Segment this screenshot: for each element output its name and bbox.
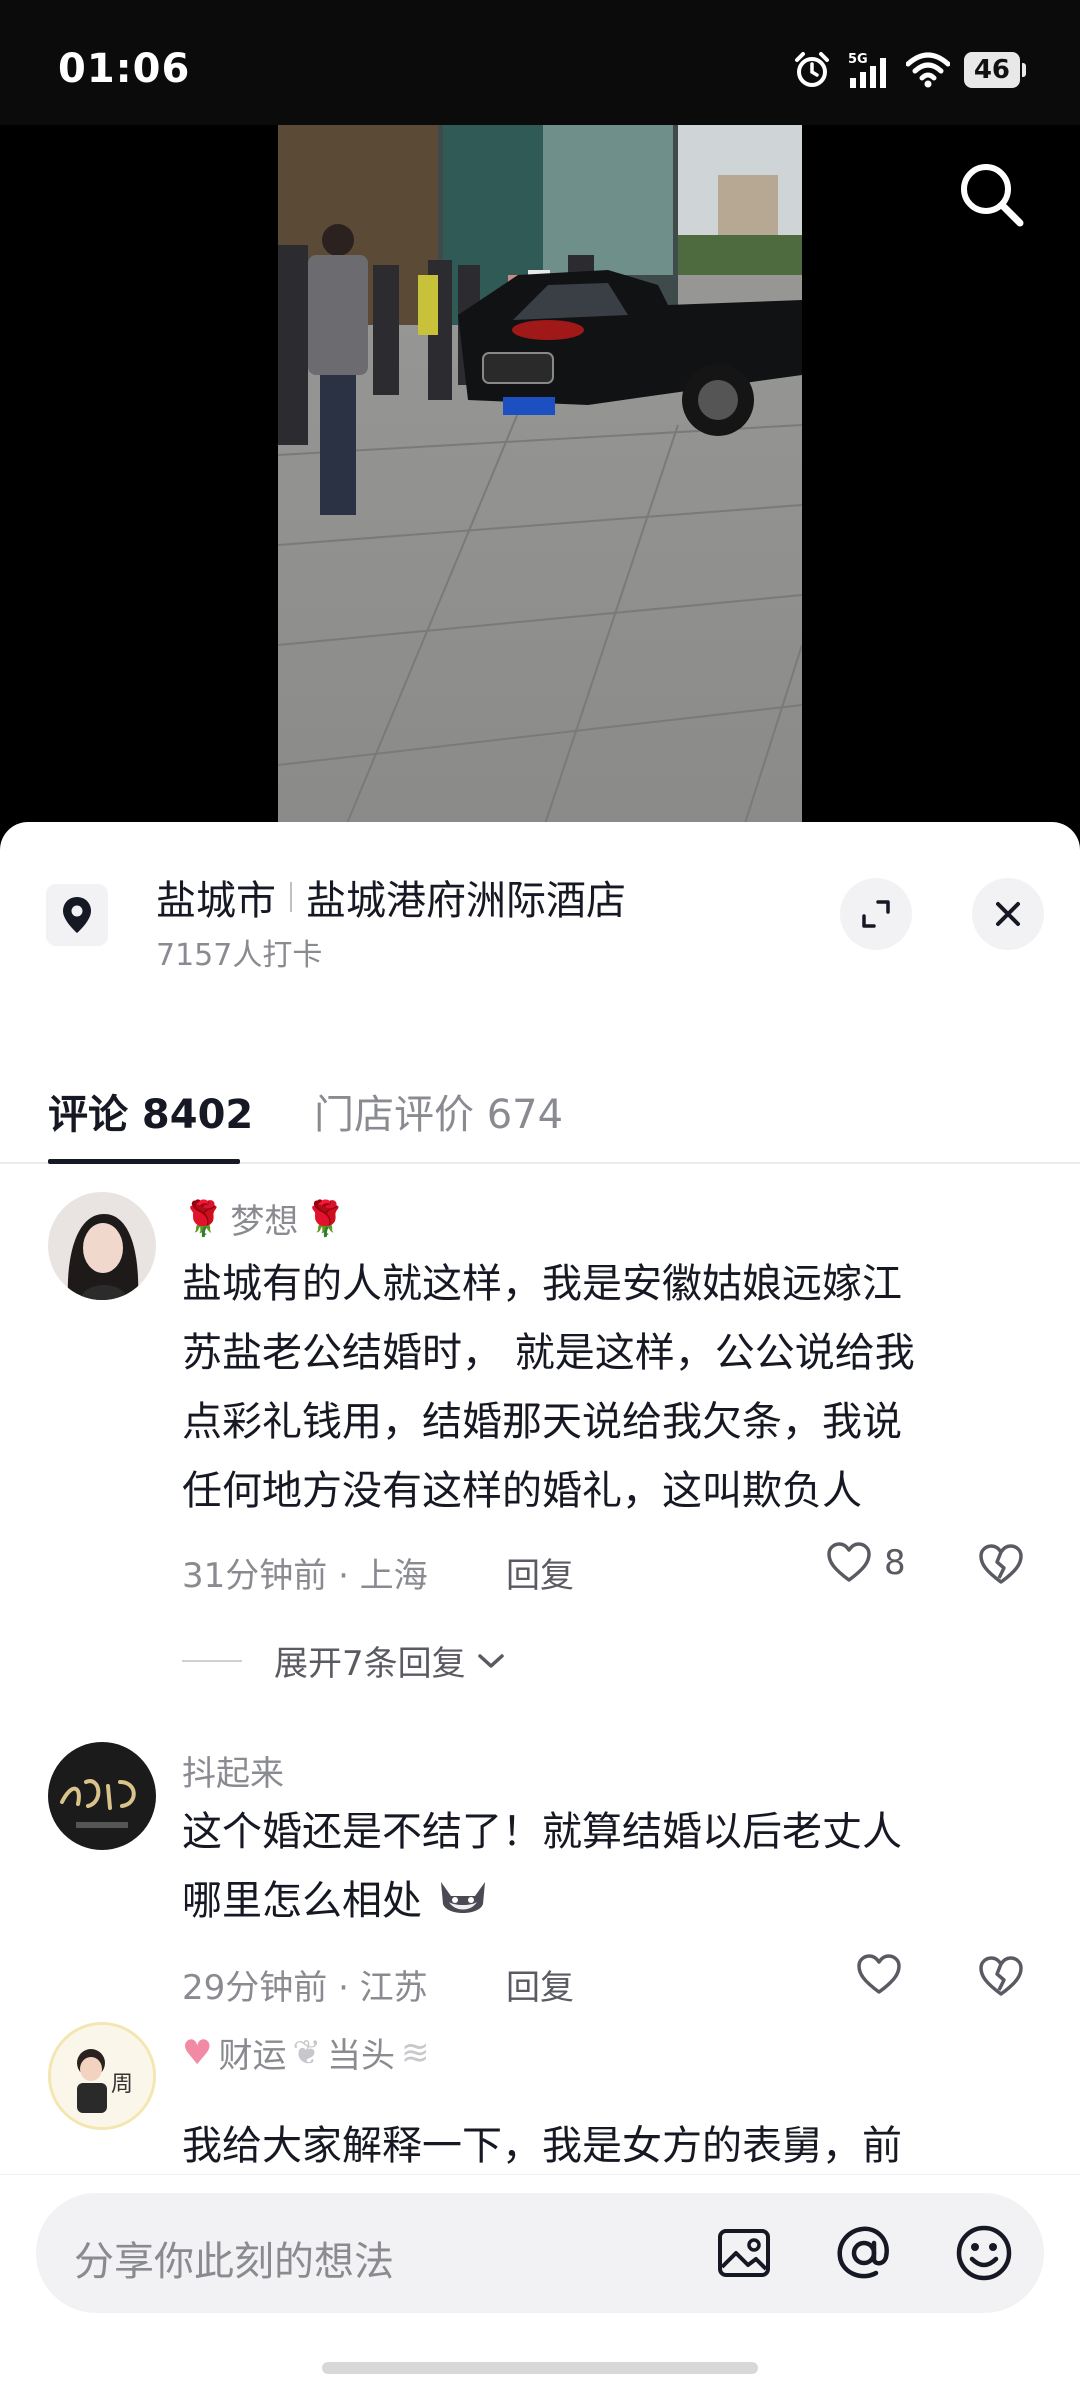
comment-line: 盐城有的人就这样，我是安徽姑娘远嫁江 [182,1261,902,1307]
comment-list[interactable]: 🌹 梦想 🌹 盐城有的人就这样，我是安徽姑娘远嫁江 苏盐老公结婚时， 就是这样，… [0,1164,1080,2174]
dog-emoji-icon [440,1882,485,1913]
search-icon[interactable] [952,155,1032,235]
avatar-image: 周 [51,2025,153,2127]
username-text: 财运 [218,2036,287,2076]
video-frame[interactable] [278,125,802,845]
location-title[interactable]: 盐城市 盐城港府洲际酒店 [156,868,626,926]
avatar[interactable] [48,1742,156,1850]
avatar[interactable]: 周 [48,2022,156,2130]
comment-line: 哪里怎么相处 [182,1867,1022,1936]
like-button[interactable]: 8 [826,1542,906,1584]
comment-meta: 31分钟前 · 上海 [182,1556,428,1596]
decorative-emoji-icon: ❦ [292,2032,321,2073]
tab-store-reviews[interactable]: 门店评价 674 [314,1082,563,1140]
comments-sheet: 盐城市 盐城港府洲际酒店 7157人打卡 评论 8402 门店评价 674 🌹 … [0,822,1080,2400]
rose-emoji-icon: 🌹 [182,1198,225,1239]
battery-indicator: 46 [963,52,1027,88]
like-button[interactable] [856,1954,902,1996]
comment-line: 我给大家解释一下，我是女方的表舅，前 [182,2123,902,2169]
avatar-image [48,1192,156,1300]
comment-text: 盐城有的人就这样，我是安徽姑娘远嫁江 苏盐老公结婚时， 就是这样，公公说给我 点… [182,1250,1022,1526]
comment-line: 这个婚还是不结了！就算结婚以后老丈人 [182,1809,902,1855]
chevron-down-icon [477,1653,504,1668]
avatar-image [48,1742,156,1850]
mention-icon[interactable] [832,2221,896,2285]
status-time: 01:06 [58,46,191,92]
heart-icon [857,1954,901,1994]
comment-meta: 29分钟前 · 江苏 [182,1968,428,2008]
comment-input[interactable]: 分享你此刻的想法 [36,2193,1044,2313]
comment-text: 这个婚还是不结了！就算结婚以后老丈人 哪里怎么相处 [182,1798,1022,1936]
comment-line: 苏盐老公结婚时， 就是这样，公公说给我 [182,1330,915,1376]
broken-heart-icon[interactable] [978,1956,1024,1998]
location-pin-icon [63,897,91,933]
comment-line: 任何地方没有这样的婚礼，这叫欺负人 [182,1468,862,1514]
username-suffix: 当头 [326,2036,395,2076]
location-city: 盐城市 [156,878,276,924]
like-count: 8 [884,1543,906,1583]
expand-replies-button[interactable]: 展开7条回复 [182,1636,506,1685]
location-checkins: 7157人打卡 [156,938,323,973]
svg-text:周: 周 [111,2072,133,2097]
tab-comments[interactable]: 评论 8402 [48,1082,253,1140]
pink-heart-emoji-icon: ♥ [182,2032,213,2073]
comment-line: 点彩礼钱用，结婚那天说给我欠条，我说 [182,1399,902,1445]
signal-5g-icon: 5G [848,52,886,88]
status-icons: 5G 46 [792,50,1027,90]
comment-username[interactable]: 🌹 梦想 🌹 [182,1194,347,1243]
comment-line-text: 哪里怎么相处 [182,1878,422,1924]
video-thumbnail [278,125,802,845]
expand-button[interactable] [840,878,912,950]
comment-username[interactable]: 抖起来 [182,1746,284,1795]
heart-icon [827,1542,871,1582]
wifi-icon [905,52,950,88]
expand-divider [182,1659,242,1662]
status-bar: 01:06 5G 46 [0,0,1080,125]
close-icon [996,902,1020,926]
alarm-icon [794,52,829,87]
location-place: 盐城港府洲际酒店 [306,878,626,924]
home-indicator[interactable] [322,2362,758,2374]
comment-text: 我给大家解释一下，我是女方的表舅，前 [182,2112,1022,2174]
video-player[interactable] [0,125,1080,845]
location-divider [290,882,292,912]
svg-text:5G: 5G [848,52,868,67]
comment-input-placeholder: 分享你此刻的想法 [74,2239,394,2285]
expand-replies-label: 展开7条回复 [274,1644,466,1684]
decorative-emoji-icon: ≋ [400,2032,430,2073]
location-pin-icon-box [46,884,108,946]
reply-button[interactable]: 回复 [506,1548,574,1597]
comment-username[interactable]: ♥ 财运 ❦ 当头 ≋ [182,2028,429,2077]
close-button[interactable] [972,878,1044,950]
tab-bar: 评论 8402 门店评价 674 [0,1052,1080,1164]
broken-heart-icon[interactable] [978,1544,1024,1586]
expand-icon [862,900,890,928]
image-icon[interactable] [712,2221,776,2285]
avatar[interactable] [48,1192,156,1300]
emoji-icon[interactable] [952,2221,1016,2285]
reply-button[interactable]: 回复 [506,1960,574,2009]
rose-emoji-icon: 🌹 [304,1198,347,1239]
username-text: 梦想 [230,1202,299,1242]
